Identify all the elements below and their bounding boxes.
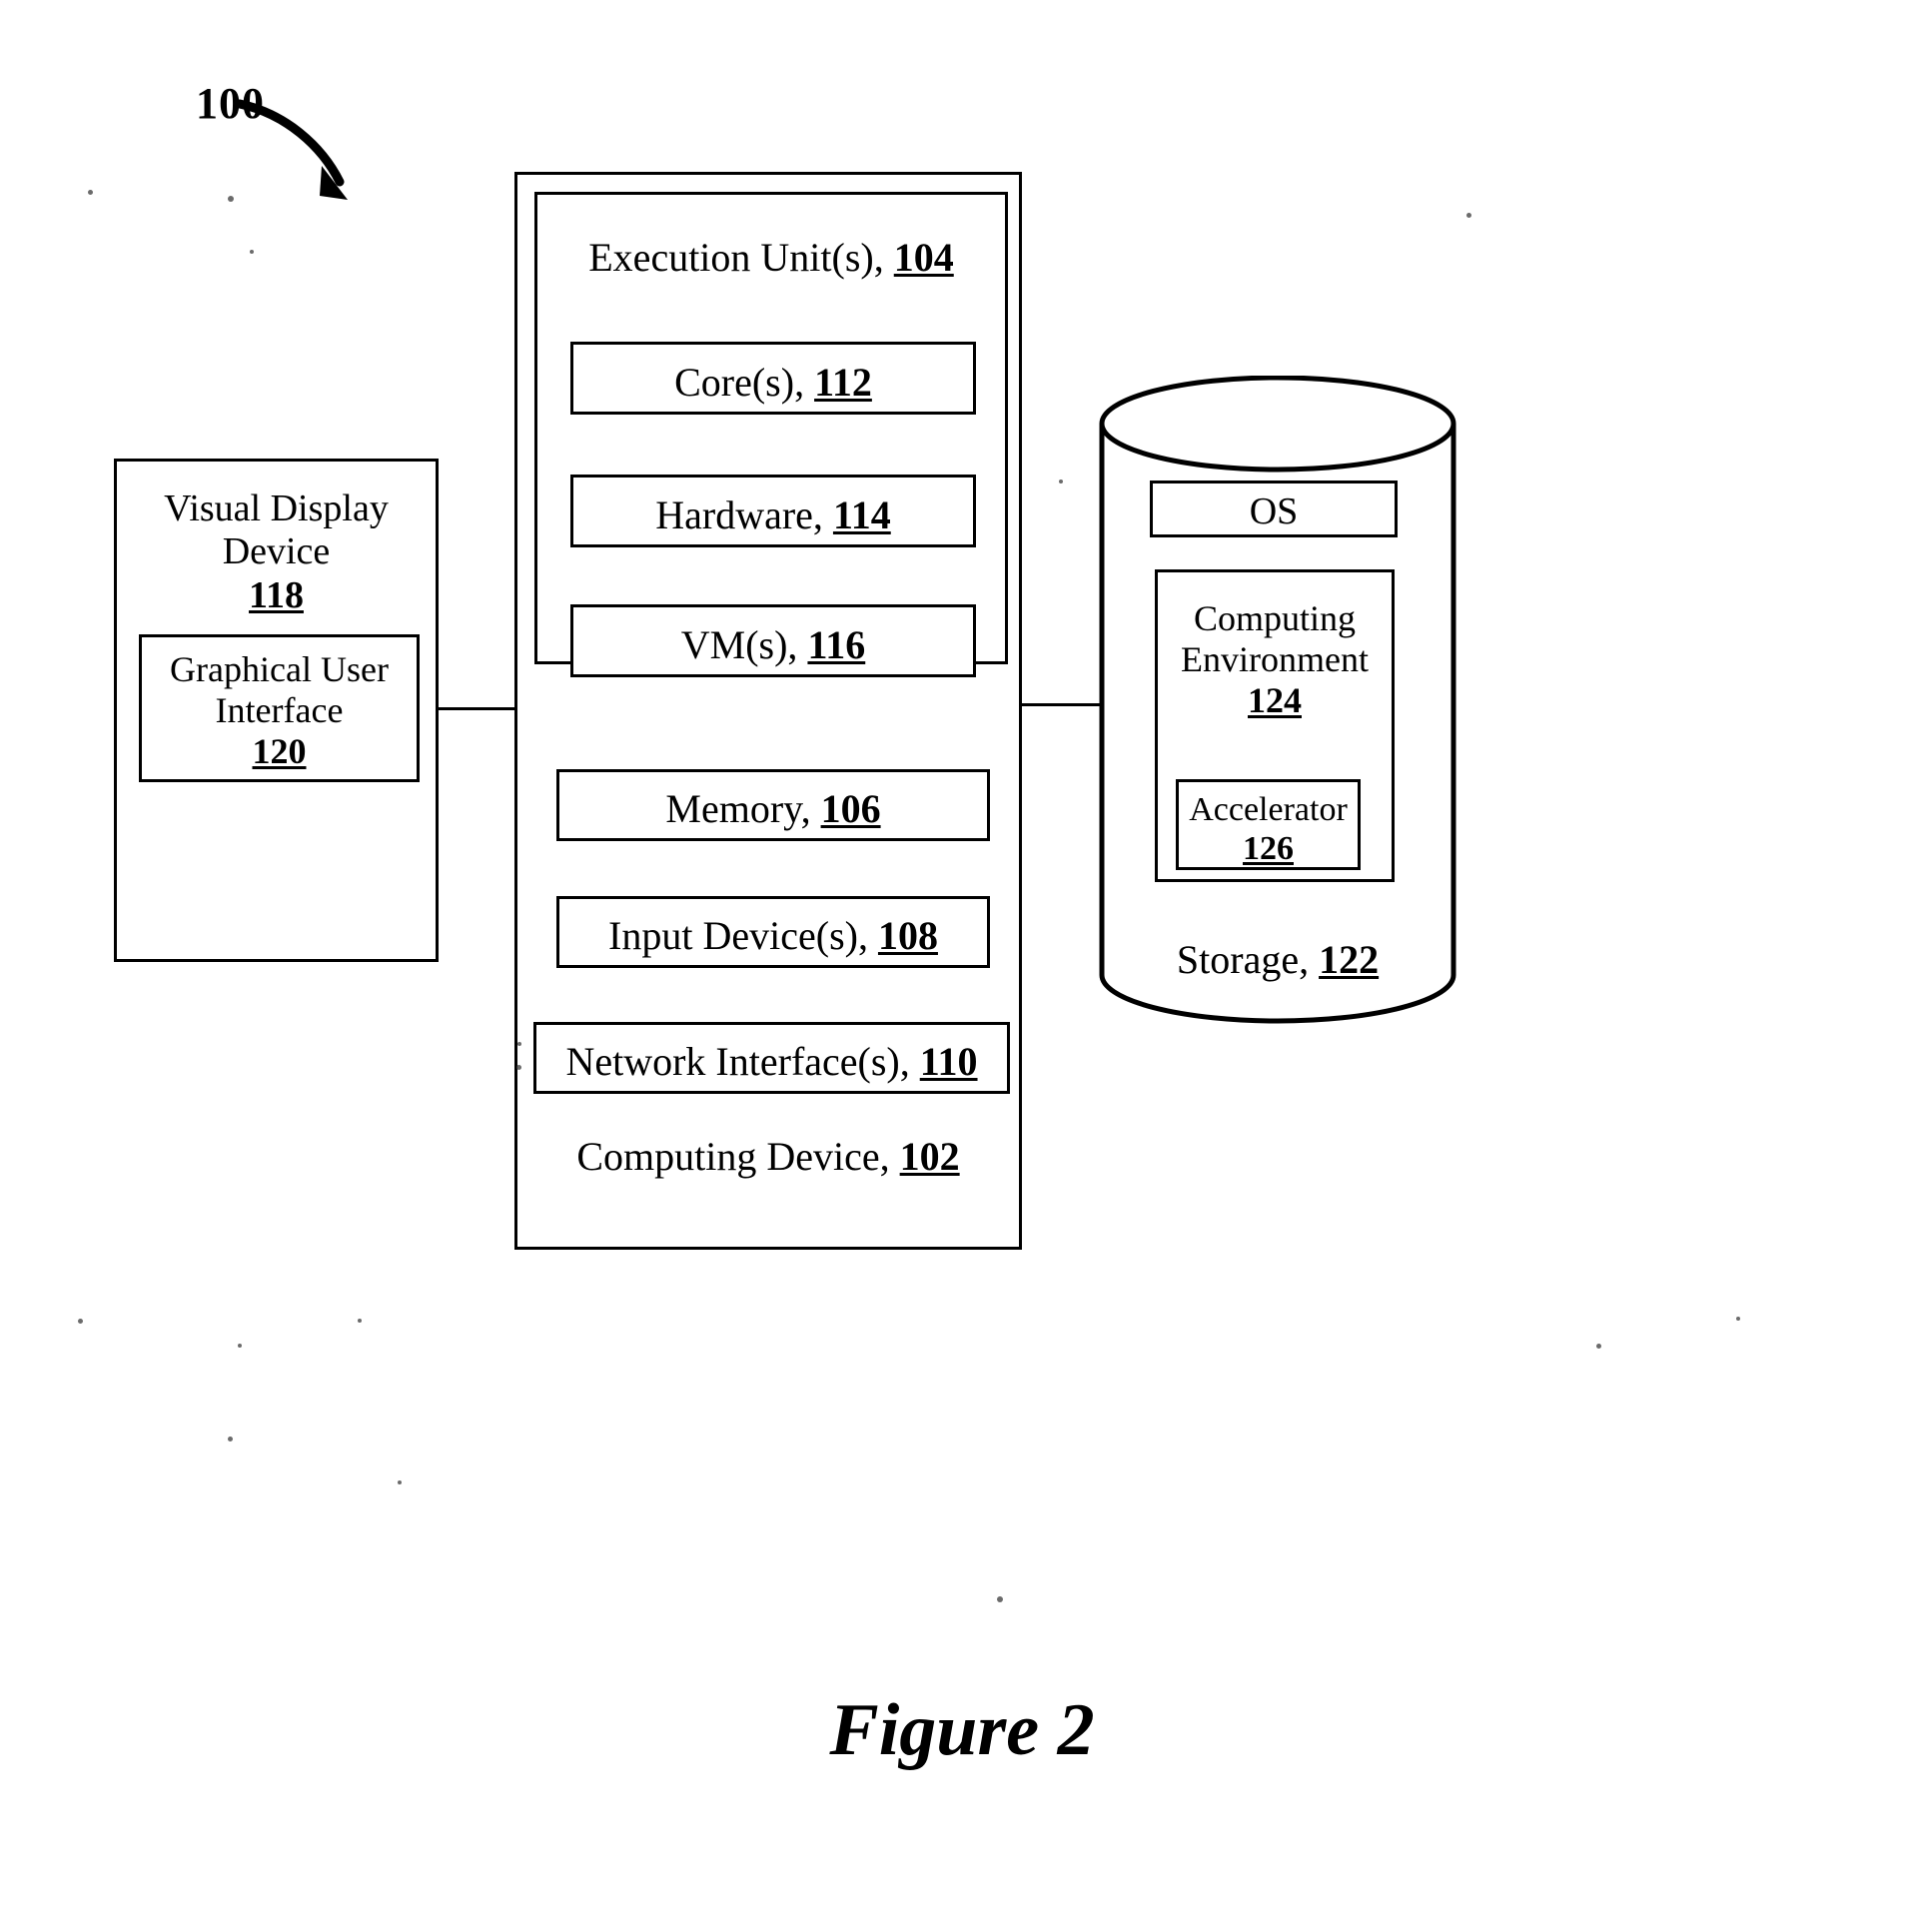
- core-box[interactable]: Core(s), 112: [570, 342, 976, 415]
- graphical-user-interface-box[interactable]: Graphical User Interface 120: [139, 634, 420, 782]
- input-devices-ref: 108: [877, 913, 938, 958]
- scan-speck: [88, 190, 93, 195]
- visual-display-device-box[interactable]: Visual Display Device 118 Graphical User…: [114, 459, 439, 962]
- connector-device-to-storage: [1020, 703, 1106, 706]
- core-label: Core(s), 112: [573, 360, 973, 406]
- computing-environment-title-line1: Computing: [1193, 598, 1357, 638]
- scan-speck: [1596, 1344, 1601, 1349]
- visual-display-device-title-line2: Device: [222, 530, 331, 573]
- scan-speck: [250, 250, 254, 254]
- os-box[interactable]: OS: [1150, 481, 1398, 537]
- scan-speck: [228, 196, 234, 202]
- computing-environment-label: Computing Environment 124: [1158, 598, 1392, 721]
- hardware-box[interactable]: Hardware, 114: [570, 475, 976, 547]
- memory-box[interactable]: Memory, 106: [556, 769, 990, 841]
- input-devices-title: Input Device(s),: [608, 913, 868, 958]
- computing-device-title: Computing Device,: [576, 1134, 890, 1179]
- storage-ref: 122: [1319, 937, 1380, 982]
- hardware-label: Hardware, 114: [573, 492, 973, 538]
- hardware-title: Hardware,: [655, 492, 823, 537]
- computing-environment-title-line2: Environment: [1181, 639, 1369, 680]
- network-interfaces-title: Network Interface(s),: [565, 1039, 910, 1084]
- memory-title: Memory,: [665, 786, 811, 831]
- scan-speck: [78, 1319, 83, 1324]
- vm-title: VM(s),: [680, 622, 798, 667]
- gui-title-line2: Interface: [215, 690, 344, 731]
- hardware-ref: 114: [832, 492, 891, 537]
- network-interfaces-label: Network Interface(s), 110: [536, 1039, 1007, 1085]
- memory-ref: 106: [820, 786, 881, 831]
- graphical-user-interface-label: Graphical User Interface 120: [142, 649, 417, 772]
- scan-speck: [1466, 213, 1471, 218]
- gui-ref: 120: [252, 731, 307, 772]
- figure-caption: Figure 2: [829, 1689, 1095, 1771]
- scan-speck: [398, 1480, 402, 1484]
- vm-label: VM(s), 116: [573, 622, 973, 668]
- computing-device-ref: 102: [899, 1134, 960, 1179]
- accelerator-box[interactable]: Accelerator 126: [1176, 779, 1361, 870]
- memory-label: Memory, 106: [559, 786, 987, 832]
- vm-box[interactable]: VM(s), 116: [570, 604, 976, 677]
- network-interfaces-ref: 110: [919, 1039, 978, 1084]
- accelerator-ref: 126: [1243, 829, 1294, 867]
- computing-device-box[interactable]: Execution Unit(s), 104 Core(s), 112 Hard…: [514, 172, 1022, 1250]
- scan-speck: [1059, 480, 1063, 483]
- visual-display-device-label: Visual Display Device 118: [117, 487, 436, 617]
- connector-display-to-device: [437, 707, 518, 710]
- computing-device-label: Computing Device, 102: [517, 1134, 1019, 1180]
- visual-display-device-title-line1: Visual Display: [164, 487, 389, 529]
- reference-arrow-icon: [236, 99, 348, 200]
- computing-environment-box[interactable]: Computing Environment 124 Accelerator 12…: [1155, 569, 1395, 882]
- execution-unit-ref: 104: [893, 235, 954, 280]
- accelerator-title: Accelerator: [1189, 791, 1348, 828]
- network-interfaces-box[interactable]: Network Interface(s), 110: [533, 1022, 1010, 1094]
- vm-ref: 116: [807, 622, 866, 667]
- scan-speck: [358, 1319, 362, 1323]
- scan-speck: [228, 1437, 233, 1442]
- core-ref: 112: [814, 360, 872, 405]
- storage-label: Storage, 122: [1099, 937, 1456, 983]
- scan-speck: [1736, 1317, 1740, 1321]
- storage-title: Storage,: [1176, 937, 1310, 982]
- execution-unit-label: Execution Unit(s), 104: [537, 235, 1005, 281]
- scan-speck: [517, 1042, 521, 1046]
- gui-title-line1: Graphical User: [170, 649, 389, 689]
- computing-environment-ref: 124: [1248, 680, 1302, 721]
- os-label: OS: [1249, 490, 1299, 532]
- visual-display-device-ref: 118: [249, 573, 304, 616]
- execution-unit-title: Execution Unit(s),: [588, 235, 884, 280]
- scan-speck: [997, 1596, 1003, 1602]
- accelerator-label: Accelerator 126: [1179, 791, 1358, 869]
- input-devices-box[interactable]: Input Device(s), 108: [556, 896, 990, 968]
- input-devices-label: Input Device(s), 108: [559, 913, 987, 959]
- execution-unit-box[interactable]: Execution Unit(s), 104 Core(s), 112 Hard…: [534, 192, 1008, 677]
- scan-speck: [238, 1344, 242, 1348]
- scan-speck: [516, 1065, 521, 1070]
- core-title: Core(s),: [674, 360, 805, 405]
- figure-canvas: 100 Visual Display Device 118 Graphical …: [0, 0, 1924, 1932]
